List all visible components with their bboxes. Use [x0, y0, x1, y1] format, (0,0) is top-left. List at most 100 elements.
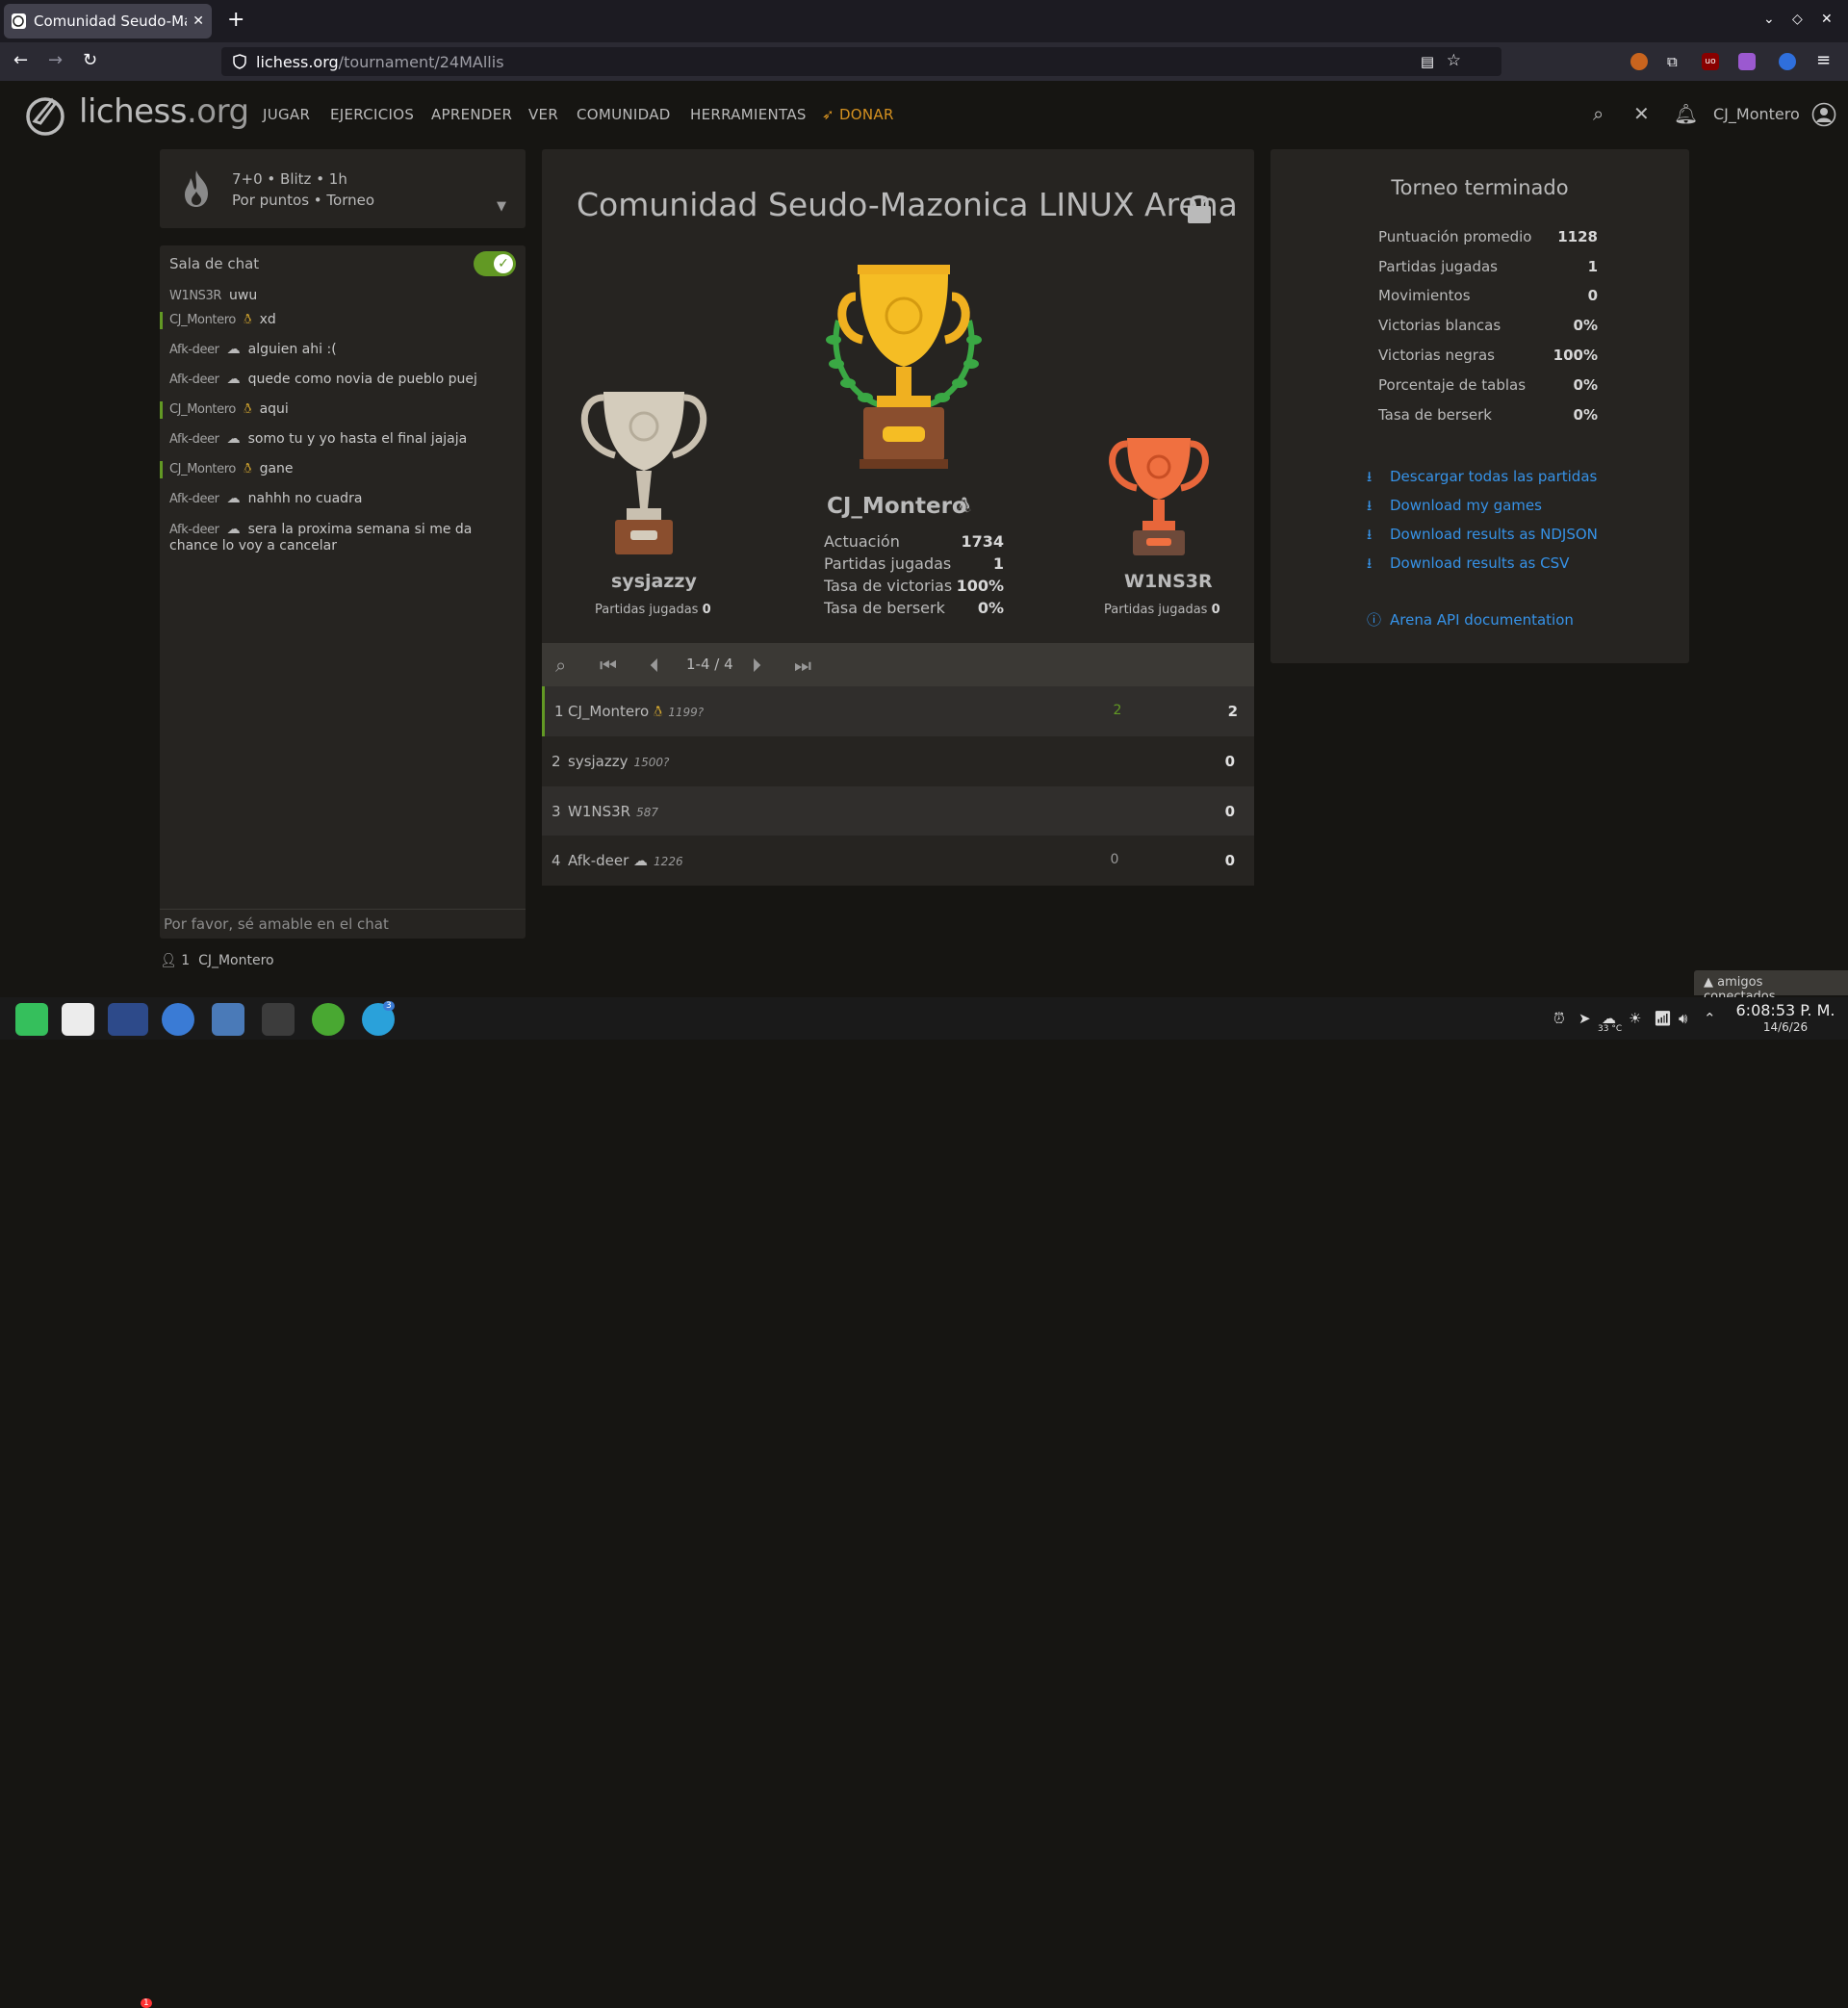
tournament-clock: 7+0 • Blitz • 1h: [232, 170, 347, 188]
firefox-icon[interactable]: [108, 1003, 148, 1036]
extension-blue-icon[interactable]: [1779, 53, 1796, 70]
player-name: W1NS3R: [568, 803, 631, 820]
standing-row[interactable]: 1 CJ_Montero 🐧︎ 1199? 2 2: [542, 686, 1254, 736]
standings-pager: ⌕ ⏮︎ ⏴︎ 1-4 / 4 ⏵︎ ⏭︎: [542, 643, 1254, 686]
menu-herramientas[interactable]: HERRAMIENTAS: [690, 106, 807, 123]
next-page-icon[interactable]: ⏵︎: [752, 654, 761, 677]
clock-time[interactable]: 6:08:53 P. M.: [1728, 1001, 1843, 1019]
download-my-games-link[interactable]: ⭳ Download my games: [1367, 496, 1542, 520]
chat-user-link[interactable]: Afk-deer: [169, 492, 219, 506]
lichess-favicon-icon: [12, 13, 26, 29]
chat-user-link[interactable]: CJ_Montero: [169, 402, 236, 417]
chat-user-link[interactable]: Afk-deer: [169, 343, 219, 357]
shield-icon: [233, 54, 246, 69]
download-ndjson-link[interactable]: ⭳ Download results as NDJSON: [1367, 525, 1598, 549]
volume-icon[interactable]: 🔊︎: [1679, 1010, 1687, 1027]
alarm-icon[interactable]: ⏰︎: [1553, 1010, 1565, 1027]
browser-tab[interactable]: Comunidad Seudo-Mazonica LINUX Arena ✕: [4, 4, 212, 39]
linux-penguin-icon: 🐧︎: [243, 312, 252, 327]
tray-expand-icon[interactable]: ⌃: [1704, 1010, 1716, 1027]
download-csv-link[interactable]: ⭳ Download results as CSV: [1367, 553, 1569, 578]
reader-view-icon[interactable]: ▤: [1421, 53, 1434, 70]
window-close-icon[interactable]: ✕: [1821, 12, 1833, 27]
brightness-icon[interactable]: ☀: [1629, 1010, 1641, 1027]
tournament-info-box[interactable]: 7+0 • Blitz • 1h Por puntos • Torneo ▼: [160, 149, 526, 228]
site-logo-text[interactable]: lichess.org: [79, 92, 249, 131]
download-all-games-link[interactable]: ⭳ Descargar todas las partidas: [1367, 467, 1597, 491]
chat-user-link[interactable]: W1NS3R: [169, 289, 221, 303]
user-menu[interactable]: CJ_Montero: [1713, 105, 1800, 123]
standing-row[interactable]: 3 W1NS3R 587 0: [542, 786, 1254, 837]
file-manager-icon[interactable]: [212, 1003, 244, 1036]
chat-user-link[interactable]: CJ_Montero: [169, 313, 236, 327]
menu-jugar[interactable]: JUGAR: [263, 106, 310, 123]
first-place-name[interactable]: CJ_Montero: [827, 494, 967, 519]
firefox-badge: 1: [141, 1998, 152, 2008]
lichess-logo-icon[interactable]: [23, 92, 67, 137]
wifi-icon[interactable]: 📶︎: [1654, 1010, 1672, 1027]
url-bar[interactable]: lichess.org/tournament/24MAllis ▤ ☆: [221, 47, 1502, 76]
reload-icon[interactable]: ↻: [83, 50, 97, 70]
arena-api-docs-link[interactable]: ⓘ Arena API documentation: [1367, 609, 1574, 630]
menu-ver[interactable]: VER: [528, 106, 558, 123]
online-friends-toggle[interactable]: ▲ amigos conectados: [1694, 970, 1848, 1004]
menu-aprender[interactable]: APRENDER: [431, 106, 512, 123]
extensions-puzzle-icon[interactable]: ⧉: [1667, 53, 1684, 70]
menu-ejercicios[interactable]: EJERCICIOS: [330, 106, 414, 123]
extension-shield-icon[interactable]: [1738, 53, 1756, 70]
menu-comunidad[interactable]: COMUNIDAD: [577, 106, 671, 123]
total-score: 0: [1224, 852, 1235, 869]
total-score: 0: [1224, 753, 1235, 770]
challenge-swords-icon[interactable]: ✕: [1633, 102, 1650, 125]
chat-toggle[interactable]: ✓: [474, 251, 516, 276]
spectator-name[interactable]: CJ_Montero: [198, 953, 274, 968]
manjaro-menu-icon[interactable]: [15, 1003, 48, 1036]
extension-fox-icon[interactable]: [1630, 53, 1648, 70]
bookmark-star-icon[interactable]: ☆: [1447, 51, 1461, 70]
browser-menu-icon[interactable]: ≡: [1816, 50, 1831, 70]
last-page-icon[interactable]: ⏭︎: [794, 654, 811, 677]
second-place-name[interactable]: sysjazzy: [611, 571, 697, 592]
chat-user-link[interactable]: Afk-deer: [169, 523, 219, 537]
stat-value: 1: [1587, 258, 1598, 275]
back-icon[interactable]: ←: [13, 50, 28, 70]
chat-user-link[interactable]: CJ_Montero: [169, 462, 236, 476]
clock-date[interactable]: 14/6/26: [1728, 1020, 1843, 1034]
terminal-icon[interactable]: [262, 1003, 295, 1036]
flame-icon: [185, 170, 208, 207]
tab-list-icon[interactable]: ⌄: [1763, 12, 1775, 27]
standing-row[interactable]: 2 sysjazzy 1500? 0: [542, 736, 1254, 786]
chat-input[interactable]: Por favor, sé amable en el chat: [160, 909, 526, 939]
thunderbird-icon[interactable]: [162, 1003, 194, 1036]
chat-user-link[interactable]: Afk-deer: [169, 432, 219, 447]
chat-message: Afk-deer ☁ quede como novia de pueblo puej: [169, 372, 477, 387]
menu-donate[interactable]: ➶ DONAR: [822, 106, 894, 123]
url-host: lichess.org: [256, 52, 339, 71]
stat-value: 0: [1587, 287, 1598, 304]
tab-close-icon[interactable]: ✕: [192, 13, 204, 29]
ublock-icon[interactable]: uo: [1702, 53, 1719, 70]
first-page-icon[interactable]: ⏮︎: [600, 654, 617, 677]
stat-value: 1734: [961, 532, 1004, 551]
third-place-name[interactable]: W1NS3R: [1124, 571, 1213, 592]
standing-row[interactable]: 4 Afk-deer ☁ 1226 0 0: [542, 836, 1254, 886]
notifications-bell-icon[interactable]: 🔔︎: [1674, 102, 1698, 125]
download-manager-icon[interactable]: [312, 1003, 345, 1036]
search-icon[interactable]: ⌕: [555, 654, 566, 677]
chat-message: W1NS3R uwu: [169, 288, 258, 303]
new-tab-icon[interactable]: +: [227, 10, 244, 31]
forward-icon[interactable]: →: [48, 50, 63, 70]
brave-browser-icon[interactable]: [62, 1003, 94, 1036]
sheep-flair-icon: ☁: [226, 342, 241, 357]
search-icon[interactable]: ⌕: [1593, 102, 1604, 125]
chat-user-link[interactable]: Afk-deer: [169, 373, 219, 387]
player-name: sysjazzy: [568, 753, 629, 770]
user-avatar-icon[interactable]: [1811, 102, 1836, 127]
expand-caret-icon[interactable]: ▼: [497, 199, 506, 214]
player-rating: 1226: [654, 855, 683, 868]
window-restore-icon[interactable]: ◇: [1792, 12, 1803, 27]
download-icon: ⭳: [1367, 468, 1373, 485]
prev-page-icon[interactable]: ⏴︎: [650, 654, 659, 677]
telegram-tray-icon[interactable]: ➤: [1578, 1010, 1591, 1027]
site-header: lichess.org JUGAR EJERCICIOS APRENDER VE…: [0, 81, 1848, 146]
